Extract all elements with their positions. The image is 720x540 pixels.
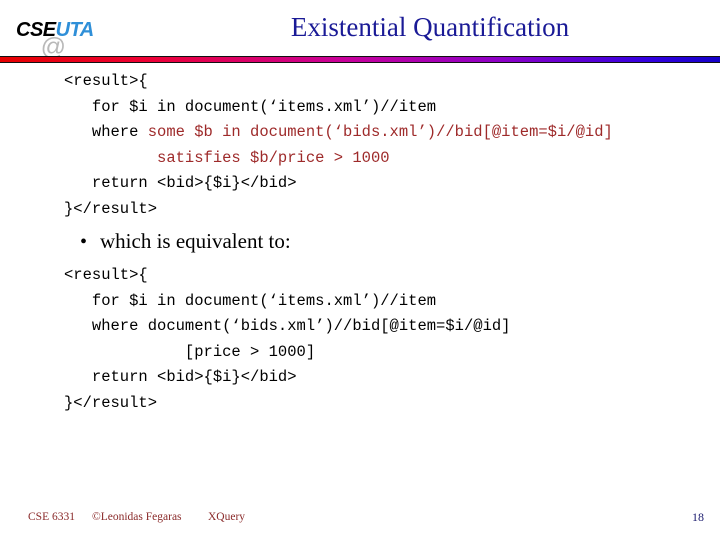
slide-body: <result>{ for $i in document(‘items.xml’… [0,64,720,504]
footer-author: ©Leonidas Fegaras [92,511,182,523]
header-gradient-divider [0,56,720,63]
footer-topic: XQuery [208,511,246,523]
page-number: 18 [692,510,704,524]
code-segment: <result>{ [64,266,148,284]
code-segment: return <bid>{$i}</bid> [91,368,297,387]
code-segment: }</result> [64,199,158,218]
code-line: <result>{ [64,263,510,289]
code-line: <result>{ [64,69,613,95]
code-segment-highlight: satisfies $b/price > 1000 [157,148,390,167]
code-segment: for $i in document(‘items.xml’)//item [91,97,437,116]
code-line: for $i in document(‘items.xml’)//item [64,289,510,315]
code-segment: for $i in document(‘items.xml’)//item [91,291,437,310]
slide-header: CSE @ UTA Existential Quantification [0,0,720,61]
code-segment-highlight: some $b in document(‘bids.xml’)//bid[@it… [147,123,613,142]
bullet-icon: • [80,231,88,253]
code-segment: where document(‘bids.xml’)//bid[@item=$i… [91,317,511,336]
slide-footer: CSE 6331 ©Leonidas Fegaras XQuery 18 [0,508,720,540]
code-segment: <result>{ [64,72,148,90]
code-line: return <bid>{$i}</bid> [64,365,510,391]
code-segment: [price > 1000] [184,342,316,361]
list-item-label: which is equivalent to: [100,229,291,253]
code-line: }</result> [64,391,510,417]
cse-uta-logo: CSE @ UTA [16,19,94,61]
code-line: }</result> [64,197,613,223]
code-segment: }</result> [64,393,158,412]
code-segment: where [91,123,148,142]
code-line: satisfies $b/price > 1000 [64,146,613,172]
list-item-equivalent: • which is equivalent to: [80,227,291,256]
footer-course: CSE 6331 [28,511,75,523]
code-line: where document(‘bids.xml’)//bid[@item=$i… [64,314,511,340]
code-segment: return <bid>{$i}</bid> [91,174,297,193]
page-title: Existential Quantification [290,12,570,42]
code-line: where some $b in document(‘bids.xml’)//b… [64,120,613,146]
code-block-existential: <result>{ for $i in document(‘items.xml’… [64,69,613,223]
code-line: for $i in document(‘items.xml’)//item [64,95,613,121]
code-block-equivalent: <result>{ for $i in document(‘items.xml’… [64,263,510,417]
code-line: [price > 1000] [64,340,510,366]
code-line: return <bid>{$i}</bid> [64,171,613,197]
